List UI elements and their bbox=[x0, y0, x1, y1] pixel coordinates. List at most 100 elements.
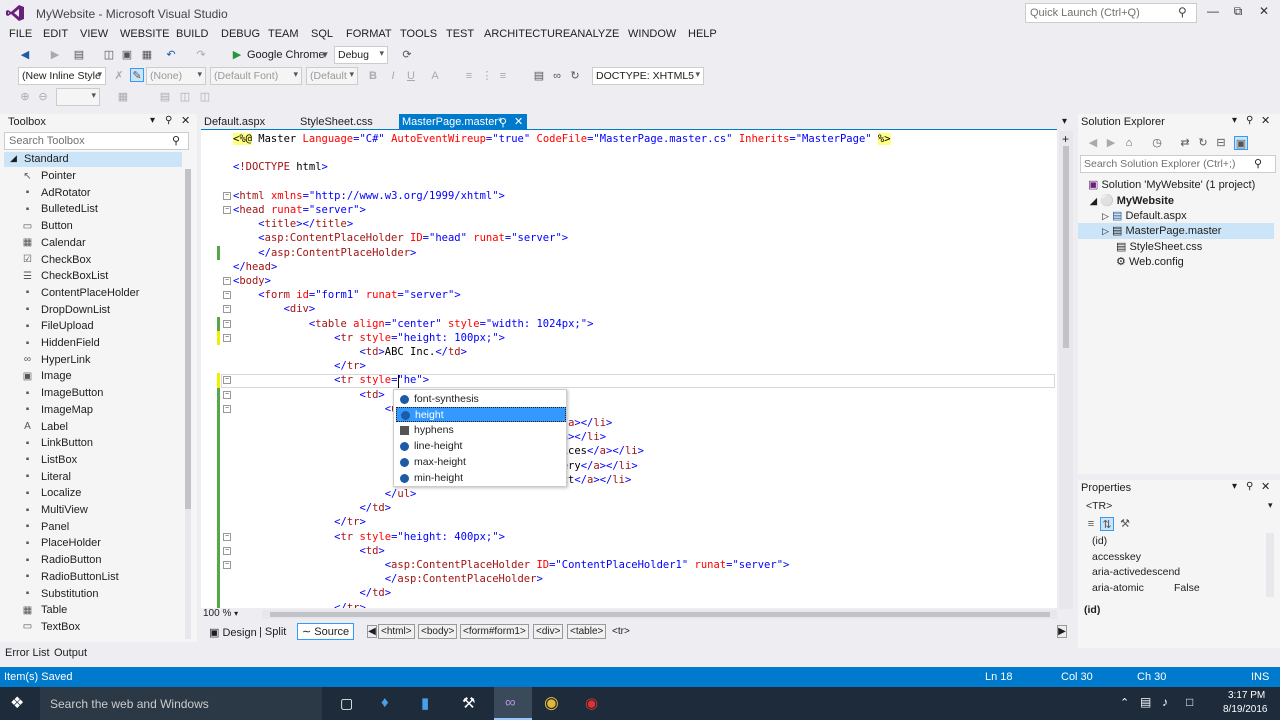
refresh-icon[interactable]: ↻ bbox=[1196, 136, 1210, 150]
undo-icon[interactable]: ↶ bbox=[164, 48, 178, 62]
close-icon[interactable]: ✕ bbox=[1261, 480, 1270, 493]
file-node-webconfig[interactable]: ⚙ Web.config bbox=[1116, 255, 1184, 268]
edge-icon[interactable]: ♦ bbox=[381, 694, 389, 711]
menu-window[interactable]: WINDOW bbox=[628, 28, 676, 40]
close-icon[interactable]: ✕ bbox=[514, 115, 523, 128]
font-select[interactable]: (Default Font) ▾ bbox=[210, 67, 302, 85]
volume-icon[interactable]: ♪ bbox=[1162, 695, 1168, 709]
align-icon[interactable]: ≡ bbox=[462, 69, 476, 83]
breadcrumb-div[interactable]: <div> bbox=[533, 624, 564, 639]
back-icon[interactable]: ◀ bbox=[1086, 136, 1100, 150]
collapse-toggle-icon[interactable]: − bbox=[223, 277, 231, 285]
toolbox-item-multiview[interactable]: ▪ MultiView bbox=[22, 504, 88, 516]
document-icon[interactable]: ▤ bbox=[532, 69, 546, 83]
code-line[interactable]: <tr style="height: 400px;"> bbox=[233, 530, 505, 544]
toolbox-item-checkbox[interactable]: ☑ CheckBox bbox=[22, 254, 91, 266]
visual-studio-taskbar-button[interactable]: ∞ bbox=[494, 687, 532, 720]
windows-start-icon[interactable]: ❖ bbox=[10, 693, 24, 713]
code-line[interactable]: <!DOCTYPE html> bbox=[233, 160, 328, 174]
toolbox-item-imagemap[interactable]: ▪ ImageMap bbox=[22, 404, 93, 416]
menu-sql[interactable]: SQL bbox=[311, 28, 333, 40]
property-object-select[interactable]: <TR> bbox=[1086, 500, 1112, 512]
toolbox-item-listbox[interactable]: ▪ ListBox bbox=[22, 454, 77, 466]
properties-scrollbar[interactable] bbox=[1266, 533, 1274, 597]
sync-icon[interactable]: ⇄ bbox=[1178, 136, 1192, 150]
solution-search-input[interactable]: Search Solution Explorer (Ctrl+;) bbox=[1080, 155, 1276, 173]
zoom-in-icon[interactable]: ⊕ bbox=[18, 90, 32, 104]
code-line[interactable]: </tr> bbox=[233, 601, 366, 608]
code-line[interactable]: <table align="center" style="width: 1024… bbox=[233, 317, 594, 331]
bullets-icon[interactable]: ⋮ bbox=[480, 69, 494, 83]
forward-icon[interactable]: ▶ bbox=[1104, 136, 1118, 150]
run-target-label[interactable]: Google Chrome bbox=[247, 49, 325, 61]
collapse-toggle-icon[interactable]: − bbox=[223, 319, 231, 328]
style-application-icon[interactable]: ✎ bbox=[130, 68, 144, 82]
property-row[interactable]: accesskey bbox=[1078, 551, 1264, 566]
menu-team[interactable]: TEAM bbox=[268, 28, 299, 40]
toolbox-item-adrotator[interactable]: ▪ AdRotator bbox=[22, 187, 91, 199]
scrollbar-thumb[interactable] bbox=[270, 612, 1050, 617]
code-line[interactable]: </ul> bbox=[233, 487, 417, 501]
send-back-icon[interactable]: ◫ bbox=[198, 90, 212, 104]
collapse-toggle-icon[interactable]: − bbox=[223, 206, 231, 214]
tab-default-aspx[interactable]: Default.aspx bbox=[201, 114, 268, 130]
menu-tools[interactable]: TOOLS bbox=[400, 28, 437, 40]
code-line[interactable]: <title></title> bbox=[233, 217, 353, 231]
collapse-toggle-icon[interactable]: − bbox=[223, 404, 231, 413]
file-node-masterpage[interactable]: ▷ ▤ MasterPage.master bbox=[1102, 224, 1221, 237]
toolbox-item-literal[interactable]: ▪ Literal bbox=[22, 471, 71, 483]
link-icon[interactable]: ∞ bbox=[550, 69, 564, 83]
split-view-button[interactable]: | Split bbox=[259, 626, 286, 638]
target-rule-select[interactable]: (None) ▾ bbox=[146, 67, 206, 85]
pin-icon[interactable]: ⚲ bbox=[1246, 481, 1253, 492]
code-line[interactable]: <%@ Master Language="C#" AutoEventWireup… bbox=[233, 132, 891, 146]
run-icon[interactable]: ▶ bbox=[230, 48, 244, 62]
chevron-down-icon[interactable]: ▾ bbox=[1268, 500, 1273, 511]
breadcrumb-form[interactable]: <form#form1> bbox=[460, 624, 529, 639]
italic-icon[interactable]: I bbox=[386, 69, 400, 83]
collapse-toggle-icon[interactable]: − bbox=[223, 390, 231, 399]
menu-file[interactable]: FILE bbox=[9, 28, 32, 40]
code-line[interactable]: </tr> bbox=[233, 515, 366, 529]
close-icon[interactable]: ✕ bbox=[181, 114, 190, 127]
toolbox-item-fileupload[interactable]: ▪ FileUpload bbox=[22, 320, 94, 332]
clock-time[interactable]: 3:17 PM bbox=[1228, 690, 1265, 701]
size-select[interactable]: (Default ▾ bbox=[306, 67, 358, 85]
code-line[interactable]: <form id="form1" runat="server"> bbox=[233, 288, 460, 302]
code-line[interactable]: <head runat="server"> bbox=[233, 203, 366, 217]
minimize-button[interactable]: — bbox=[1202, 4, 1224, 20]
collapse-toggle-icon[interactable]: − bbox=[223, 191, 231, 200]
code-line[interactable]: <ul bbox=[233, 402, 404, 416]
doctype-select[interactable]: DOCTYPE: XHTML5 ▾ bbox=[592, 67, 704, 85]
dropdown-icon[interactable]: ▾ bbox=[150, 115, 155, 126]
toolbox-item-pointer[interactable]: ↖ Pointer bbox=[22, 170, 76, 182]
back-icon[interactable]: ◀ bbox=[18, 48, 32, 62]
redo-icon[interactable]: ↷ bbox=[194, 48, 208, 62]
file-explorer-icon[interactable]: ▮ bbox=[421, 694, 429, 712]
intellisense-item[interactable]: line-height bbox=[396, 439, 566, 454]
chevron-down-icon[interactable]: ▾ bbox=[1062, 116, 1067, 127]
position-icon[interactable]: ▤ bbox=[158, 90, 172, 104]
design-view-button[interactable]: ▣ Design bbox=[209, 626, 257, 639]
menu-build[interactable]: BUILD bbox=[176, 28, 208, 40]
bold-icon[interactable]: B bbox=[366, 69, 380, 83]
menu-edit[interactable]: EDIT bbox=[43, 28, 68, 40]
menu-analyze[interactable]: ANALYZE bbox=[570, 28, 619, 40]
zoom-select[interactable]: ▾ bbox=[56, 88, 100, 106]
chevron-down-icon[interactable]: ▾ bbox=[318, 48, 332, 62]
history-icon[interactable]: ◷ bbox=[1150, 136, 1164, 150]
tab-error-list[interactable]: Error List bbox=[5, 647, 50, 659]
font-color-icon[interactable]: A bbox=[428, 69, 442, 83]
collapse-all-icon[interactable]: ⊟ bbox=[1214, 136, 1228, 150]
toolbox-item-localize[interactable]: ▪ Localize bbox=[22, 487, 82, 499]
categorized-icon[interactable]: ≡ bbox=[1084, 517, 1098, 531]
tab-stylesheet-css[interactable]: StyleSheet.css bbox=[297, 114, 376, 130]
intellisense-item-selected[interactable]: height bbox=[396, 407, 566, 422]
alphabetical-icon[interactable]: ⇅ bbox=[1100, 517, 1114, 531]
bring-front-icon[interactable]: ◫ bbox=[178, 90, 192, 104]
toolbox-item-hiddenfield[interactable]: ▪ HiddenField bbox=[22, 337, 100, 349]
menu-architecture[interactable]: ARCHITECTURE bbox=[484, 28, 570, 40]
scrollbar-thumb[interactable] bbox=[185, 169, 191, 509]
menu-view[interactable]: VIEW bbox=[80, 28, 108, 40]
collapse-toggle-icon[interactable]: − bbox=[223, 305, 231, 314]
